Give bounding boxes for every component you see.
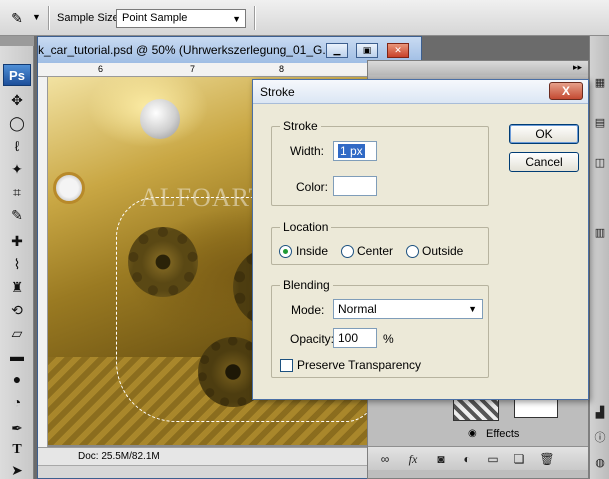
info-icon[interactable]: ⓘ bbox=[593, 431, 607, 445]
width-field[interactable]: 1 px bbox=[333, 141, 377, 161]
photoshop-logo[interactable]: Ps bbox=[3, 64, 31, 86]
dialog-title-bar[interactable]: Stroke X bbox=[253, 80, 588, 104]
mode-label: Mode: bbox=[291, 303, 325, 317]
eyedropper-icon[interactable]: ✎ bbox=[8, 9, 26, 27]
opacity-value: 100 bbox=[338, 331, 359, 345]
width-label: Width: bbox=[290, 144, 325, 158]
panel-icon[interactable]: ▤ bbox=[593, 116, 607, 130]
fx-icon[interactable]: fx bbox=[404, 451, 422, 467]
blending-group: Blending Mode: Normal ▼ Opacity: 100 % P… bbox=[271, 278, 489, 378]
mask-icon[interactable]: ◙ bbox=[432, 451, 450, 467]
opacity-field[interactable]: 100 bbox=[333, 328, 377, 348]
panel-header[interactable]: ▸▸ bbox=[368, 61, 588, 75]
eraser-icon[interactable]: ▱ bbox=[4, 323, 30, 343]
type-icon[interactable]: T bbox=[4, 440, 30, 460]
healing-icon[interactable]: ✚ bbox=[4, 231, 30, 251]
tools-panel: Ps ✥ ◯ ℓ ✦ ⌗ ✎ ✚ ⌇ ♜ ⟲ ▱ ▬ ● ◔ ✒ T ➤ bbox=[0, 36, 34, 479]
color-swatch[interactable] bbox=[333, 176, 377, 196]
chevron-down-icon: ▼ bbox=[468, 304, 477, 314]
dialog-title: Stroke bbox=[260, 85, 295, 99]
pen-icon[interactable]: ✒ bbox=[4, 418, 30, 438]
inside-radio[interactable] bbox=[279, 245, 292, 258]
panel-collapse-icon[interactable]: ▸▸ bbox=[573, 62, 582, 73]
mode-value: Normal bbox=[338, 302, 377, 316]
location-group: Location Inside Center Outside bbox=[271, 220, 489, 265]
stamp-icon[interactable]: ♜ bbox=[4, 277, 30, 297]
group-label: Stroke bbox=[280, 119, 321, 133]
horizontal-scrollbar[interactable] bbox=[38, 465, 421, 478]
ruler-tick: 8 bbox=[279, 64, 285, 74]
center-radio[interactable] bbox=[341, 245, 354, 258]
options-bar: ✎ ▼ Sample Size: Point Sample ▼ bbox=[0, 0, 609, 36]
lasso-icon[interactable]: ℓ bbox=[4, 136, 30, 156]
eye-icon[interactable]: ◉ bbox=[468, 428, 477, 439]
sample-size-label: Sample Size: bbox=[57, 12, 122, 24]
folder-icon[interactable]: ▭ bbox=[484, 451, 502, 467]
outside-radio[interactable] bbox=[406, 245, 419, 258]
marquee-icon[interactable]: ◯ bbox=[4, 113, 30, 133]
close-icon[interactable]: X bbox=[549, 82, 583, 100]
group-label: Blending bbox=[280, 278, 333, 292]
ruler-tick: 7 bbox=[190, 64, 196, 74]
new-layer-icon[interactable]: ❏ bbox=[510, 451, 528, 467]
brush-icon[interactable]: ⌇ bbox=[4, 254, 30, 274]
inside-label[interactable]: Inside bbox=[296, 244, 328, 258]
opacity-unit: % bbox=[383, 332, 394, 346]
layers-panel-toolbar: ∞ fx ◙ ◐ ▭ ❏ 🗑 bbox=[368, 446, 588, 470]
histogram-icon[interactable]: ▟ bbox=[593, 406, 607, 420]
preserve-transparency-checkbox[interactable] bbox=[280, 359, 293, 372]
center-label[interactable]: Center bbox=[357, 244, 393, 258]
navigator-icon[interactable]: ◍ bbox=[593, 456, 607, 470]
mode-select[interactable]: Normal ▼ bbox=[333, 299, 483, 319]
tool-preset-chevron-icon[interactable]: ▼ bbox=[32, 12, 41, 22]
panel-icon[interactable]: ◫ bbox=[593, 156, 607, 170]
ruler-tick: 6 bbox=[98, 64, 104, 74]
vertical-ruler[interactable] bbox=[38, 77, 48, 447]
crop-icon[interactable]: ⌗ bbox=[4, 182, 30, 202]
chevron-down-icon: ▼ bbox=[232, 14, 241, 24]
chrome-ball-image bbox=[140, 99, 180, 139]
panel-icon[interactable]: ▦ bbox=[593, 76, 607, 90]
blur-icon[interactable]: ● bbox=[4, 369, 30, 389]
move-icon[interactable]: ✥ bbox=[4, 90, 30, 110]
divider bbox=[254, 6, 256, 30]
adjustment-icon[interactable]: ◐ bbox=[458, 451, 476, 467]
horizontal-ruler[interactable]: 6 7 8 bbox=[38, 63, 421, 77]
history-brush-icon[interactable]: ⟲ bbox=[4, 300, 30, 320]
cancel-button[interactable]: Cancel bbox=[509, 152, 579, 172]
preserve-transparency-label[interactable]: Preserve Transparency bbox=[297, 358, 421, 372]
document-status-bar: Doc: 25.5M/82.1M bbox=[38, 447, 421, 465]
path-select-icon[interactable]: ➤ bbox=[4, 460, 30, 479]
gradient-icon[interactable]: ▬ bbox=[4, 346, 30, 366]
color-label: Color: bbox=[296, 180, 329, 194]
gauge-image bbox=[53, 172, 85, 204]
group-label: Location bbox=[280, 220, 332, 234]
divider bbox=[48, 6, 50, 30]
magic-wand-icon[interactable]: ✦ bbox=[4, 159, 30, 179]
opacity-label: Opacity: bbox=[290, 332, 335, 346]
trash-icon[interactable]: 🗑 bbox=[538, 451, 556, 467]
stroke-dialog: Stroke X Stroke Width: 1 px Color: Locat… bbox=[252, 79, 589, 400]
document-title: k_car_tutorial.psd @ 50% (Uhrwerkszerleg… bbox=[38, 43, 333, 57]
ok-button[interactable]: OK bbox=[509, 124, 579, 144]
link-icon[interactable]: ∞ bbox=[376, 451, 394, 467]
doc-size-readout: Doc: 25.5M/82.1M bbox=[78, 451, 160, 462]
document-title-bar[interactable]: k_car_tutorial.psd @ 50% (Uhrwerkszerleg… bbox=[38, 37, 421, 63]
stroke-group: Stroke Width: 1 px Color: bbox=[271, 119, 489, 206]
right-dock: ▦ ▤ ◫ ▥ ▟ ⓘ ◍ bbox=[589, 36, 609, 479]
sample-size-value: Point Sample bbox=[122, 12, 188, 24]
minimize-icon[interactable]: ▁ bbox=[326, 43, 348, 58]
toolbox-grip[interactable] bbox=[0, 36, 34, 46]
maximize-icon[interactable]: ▣ bbox=[356, 43, 378, 58]
close-icon[interactable]: ✕ bbox=[387, 43, 409, 58]
effects-label[interactable]: Effects bbox=[486, 428, 519, 440]
sample-size-select[interactable]: Point Sample ▼ bbox=[116, 9, 246, 28]
outside-label[interactable]: Outside bbox=[422, 244, 463, 258]
width-value: 1 px bbox=[338, 144, 365, 158]
panel-icon[interactable]: ▥ bbox=[593, 226, 607, 240]
eyedropper-icon[interactable]: ✎ bbox=[4, 205, 30, 225]
dodge-icon[interactable]: ◔ bbox=[4, 392, 30, 412]
